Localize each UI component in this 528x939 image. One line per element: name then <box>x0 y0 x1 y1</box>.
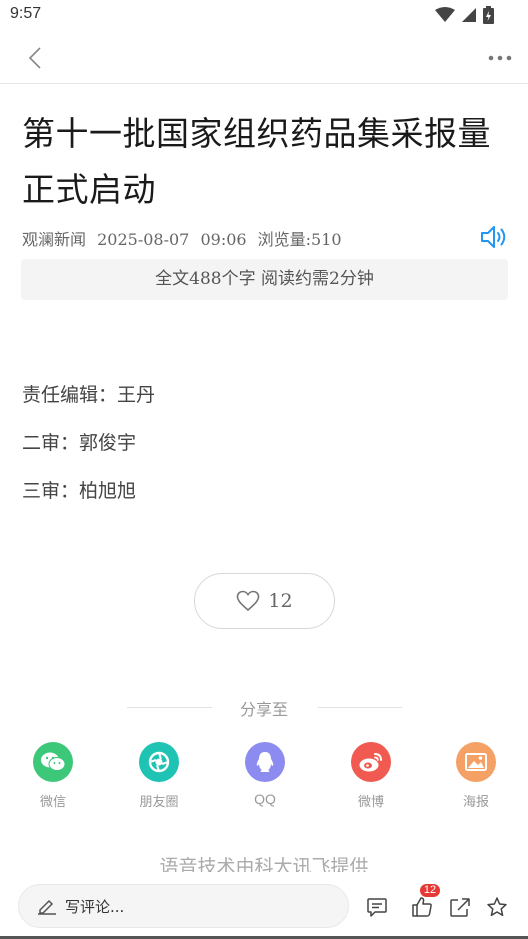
share-label-qq: QQ <box>254 791 276 807</box>
credit-third-review: 三审：柏旭旭 <box>22 480 137 502</box>
signal-icon <box>462 8 476 22</box>
share-qq[interactable]: QQ <box>225 742 305 807</box>
share-label-weibo: 微博 <box>357 795 384 810</box>
share-label-moments: 朋友圈 <box>139 795 179 810</box>
article-time: 09:06 <box>200 230 247 249</box>
moments-icon <box>139 742 179 782</box>
pen-icon <box>38 899 56 915</box>
article-title: 第十一批国家组织药品集采报量正式启动 <box>22 114 491 209</box>
comment-icon <box>367 898 387 917</box>
article-source: 观澜新闻 <box>22 230 87 249</box>
status-time: 9:57 <box>10 5 42 22</box>
star-icon <box>487 897 507 917</box>
share-moments[interactable]: 朋友圈 <box>119 742 199 810</box>
poster-icon <box>456 742 496 782</box>
top-nav-bar <box>0 32 528 84</box>
heart-icon <box>237 590 260 612</box>
comment-input[interactable]: 写评论... <box>18 884 349 928</box>
like-button[interactable]: 12 <box>194 573 335 629</box>
credit-second-review: 二审：郭俊宇 <box>22 432 137 454</box>
more-button[interactable] <box>486 46 514 70</box>
weibo-icon <box>351 742 391 782</box>
qq-icon <box>245 742 285 782</box>
article-date: 2025-08-07 <box>97 230 190 249</box>
share-title: 分享至 <box>239 700 288 719</box>
share-label-poster: 海报 <box>462 795 489 810</box>
article-meta: 观澜新闻 2025-08-07 09:06 浏览量:510 <box>22 226 348 250</box>
share-poster[interactable]: 海报 <box>436 742 516 810</box>
comments-button[interactable] <box>364 894 390 920</box>
like-count: 12 <box>268 590 293 612</box>
comment-placeholder: 写评论... <box>65 897 125 916</box>
more-dots-icon <box>488 55 512 61</box>
read-info-banner: 全文488个字 阅读约需2分钟 <box>21 259 508 300</box>
share-wechat[interactable]: 微信 <box>13 742 93 810</box>
share-icon <box>450 898 470 917</box>
back-button[interactable] <box>22 44 48 72</box>
read-aloud-button[interactable] <box>480 224 508 250</box>
share-button[interactable] <box>447 894 473 920</box>
speaker-icon <box>481 226 506 248</box>
share-weibo[interactable]: 微博 <box>331 742 411 810</box>
like-badge: 12 <box>420 884 440 897</box>
share-label-wechat: 微信 <box>39 795 66 810</box>
wifi-icon <box>435 7 455 22</box>
battery-icon <box>483 6 494 24</box>
thumbs-up-icon <box>412 897 432 917</box>
wechat-icon <box>33 742 73 782</box>
chevron-left-icon <box>28 47 41 69</box>
article-views: 浏览量:510 <box>257 230 342 249</box>
thumbs-up-button[interactable] <box>409 894 435 920</box>
bottom-action-bar: 写评论... 12 <box>0 872 528 939</box>
status-bar: 9:57 <box>0 0 528 32</box>
favorite-button[interactable] <box>484 894 510 920</box>
credit-editor: 责任编辑：王丹 <box>22 384 156 406</box>
status-icons <box>435 6 494 24</box>
